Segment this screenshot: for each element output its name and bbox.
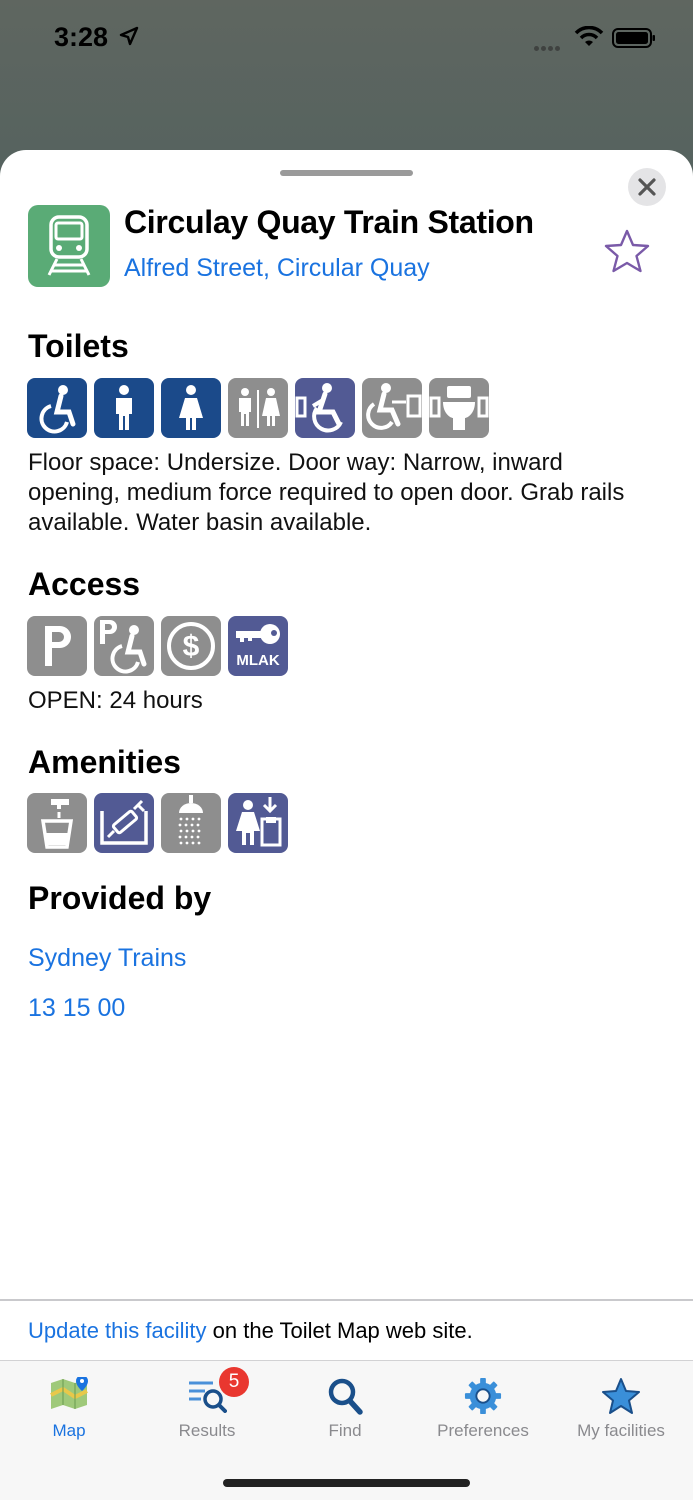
provider-phone-link[interactable]: 13 15 00 [28, 994, 125, 1023]
status-bar: 3:28 [0, 0, 693, 80]
toilets-heading: Toilets [28, 328, 129, 364]
left-transfer-icon [295, 378, 355, 438]
accessible-parking-icon [94, 616, 154, 676]
ambulant-toilet-icon [429, 378, 489, 438]
shower-icon [161, 793, 221, 853]
map-icon [50, 1377, 88, 1409]
home-indicator [223, 1479, 470, 1487]
tab-results-label: Results [178, 1421, 236, 1440]
tab-preferences[interactable]: Preferences [414, 1361, 552, 1451]
search-icon [328, 1378, 363, 1415]
parking-icon [27, 616, 87, 676]
gear-icon [464, 1377, 502, 1415]
access-icon-row: $ MLAK [27, 616, 288, 676]
facility-sheet: Circulay Quay Train Station Alfred Stree… [0, 150, 693, 1500]
update-facility-link[interactable]: Update this facility [28, 1318, 207, 1343]
tab-preferences-label: Preferences [437, 1421, 529, 1440]
accessible-toilet-icon [27, 378, 87, 438]
tab-map-label: Map [52, 1421, 86, 1440]
tab-results[interactable]: 5 Results [138, 1361, 276, 1451]
sheet-grabber[interactable] [280, 170, 413, 176]
battery-icon [612, 28, 655, 48]
toilets-icon-row [27, 378, 489, 438]
sanitary-disposal-icon [228, 793, 288, 853]
right-transfer-icon [362, 378, 422, 438]
sharps-disposal-icon [94, 793, 154, 853]
tab-find[interactable]: Find [276, 1361, 414, 1451]
status-time: 3:28 [54, 22, 109, 52]
cellular-signal-icon [534, 38, 562, 56]
close-icon [638, 178, 656, 196]
amenities-heading: Amenities [28, 744, 181, 780]
facility-address-link[interactable]: Alfred Street, Circular Quay [124, 254, 430, 283]
tab-find-label: Find [328, 1421, 362, 1440]
male-toilet-icon [94, 378, 154, 438]
female-toilet-icon [161, 378, 221, 438]
star-icon [602, 1378, 640, 1414]
mlak-label: MLAK [236, 652, 279, 669]
tab-bar: Map 5 Results Find Preferences My facili… [0, 1360, 693, 1500]
footer-rest-text: on the Toilet Map web site. [206, 1318, 473, 1343]
footer-divider [0, 1299, 693, 1301]
drinking-water-icon [27, 793, 87, 853]
unisex-toilet-icon [228, 378, 288, 438]
provider-name-link[interactable]: Sydney Trains [28, 944, 186, 973]
amenities-icon-row [27, 793, 288, 853]
train-icon [28, 205, 110, 287]
facility-title: Circulay Quay Train Station [124, 204, 534, 240]
close-button[interactable] [628, 168, 666, 206]
provider-heading: Provided by [28, 880, 212, 916]
wifi-icon [574, 26, 604, 46]
access-heading: Access [28, 566, 141, 602]
tab-map[interactable]: Map [0, 1361, 138, 1451]
favorite-star-icon[interactable] [603, 228, 651, 276]
tab-my-facilities[interactable]: My facilities [552, 1361, 690, 1451]
toilets-description: Floor space: Undersize. Door way: Narrow… [28, 449, 625, 536]
footer-text: Update this facility on the Toilet Map w… [28, 1318, 473, 1344]
payment-icon: $ [161, 616, 221, 676]
svg-text:$: $ [183, 630, 200, 663]
access-hours: OPEN: 24 hours [28, 687, 203, 714]
results-badge: 5 [219, 1367, 249, 1397]
location-arrow-icon [119, 26, 139, 46]
mlak-key-icon: MLAK [228, 616, 288, 676]
tab-my-facilities-label: My facilities [577, 1421, 665, 1440]
